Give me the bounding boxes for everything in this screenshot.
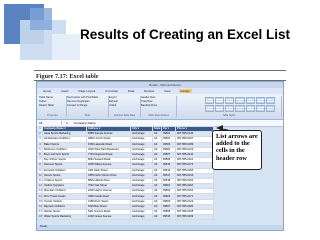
tab-view[interactable]: View xyxy=(162,89,172,93)
tab-formulas[interactable]: Formulas xyxy=(103,89,120,93)
ribbon: Table Name: Table1 Resize Table Properties S… xyxy=(37,94,283,120)
tab-review[interactable]: Review xyxy=(142,89,156,93)
ribbon-group-table-styles: Table Styles xyxy=(177,96,282,117)
ribbon-command[interactable]: Resize Table xyxy=(39,104,66,108)
ribbon-group-label: External Table Data xyxy=(114,114,135,117)
row-number[interactable]: 13 xyxy=(37,188,43,195)
worksheet: 1Company Name ▾Address ▾City ▾State ▾Zip… xyxy=(37,125,214,221)
callout-line: header row xyxy=(216,154,247,162)
row-number[interactable]: 16 xyxy=(37,203,43,211)
row-number[interactable]: 10 xyxy=(37,172,43,179)
callout-line: cells in the xyxy=(216,147,245,155)
ribbon-group-external-table-data: Export Refresh Unlink External Table Data xyxy=(109,96,141,117)
slide-decoration xyxy=(0,0,86,64)
ribbon-group-label: Table Style Options xyxy=(148,114,169,117)
formula-input[interactable]: Company Name xyxy=(72,121,96,125)
caption-top-rule xyxy=(34,70,286,71)
table-cell[interactable]: 907-555-0199 xyxy=(175,214,214,221)
fx-icon[interactable]: fx xyxy=(62,121,72,125)
slide: Results of Creating an Excel List Figure… xyxy=(0,0,320,240)
ribbon-group-label: Properties xyxy=(47,114,58,117)
tab-data[interactable]: Data xyxy=(126,89,136,93)
status-bar: Ready xyxy=(37,225,283,230)
ribbon-group-label: Table Styles xyxy=(222,114,236,117)
table-cell[interactable]: Water Sports Marketing xyxy=(42,214,87,221)
row-number[interactable]: 15 xyxy=(37,198,43,205)
callout-line: List arrows are xyxy=(216,133,258,140)
ribbon-group-table-style-options: Header Row Total Row Banded Rows Table Styl… xyxy=(141,96,177,117)
callout-box: List arrows are added to the cells in the h… xyxy=(212,130,262,170)
name-box[interactable]: A1 xyxy=(37,121,62,125)
ribbon-group-label: Tools xyxy=(84,114,91,117)
row-number[interactable]: 14 xyxy=(37,193,43,200)
tab-page-layout[interactable]: Page Layout xyxy=(77,89,98,93)
row-number[interactable]: 17 xyxy=(37,208,43,216)
tab-design[interactable]: Design xyxy=(178,89,192,93)
callout-line: added to the xyxy=(216,140,250,148)
figure-caption: Figure 7.17: Excel table xyxy=(36,73,99,80)
excel-table: 1Company Name ▾Address ▾City ▾State ▾Zip… xyxy=(37,125,214,221)
table-cell[interactable]: AK xyxy=(152,214,162,221)
tab-home[interactable]: Home xyxy=(41,89,53,93)
ribbon-command[interactable]: Convert to Range xyxy=(67,104,108,108)
slide-title: Results of Creating an Excel List xyxy=(80,27,291,42)
ribbon-command[interactable]: Unlink xyxy=(109,104,140,108)
ribbon-group-tools: Summarize with PivotTable Remove Duplicat… xyxy=(67,96,109,117)
table-row: 18 Water Sports Marketing 1240 Ocean Avenu… xyxy=(37,214,214,221)
table-cell[interactable]: Anchorage xyxy=(130,214,153,221)
window-title: Book1 - Microsoft Excel xyxy=(149,83,181,87)
table-cell[interactable]: 99515 xyxy=(161,214,176,221)
row-number[interactable]: 12 xyxy=(37,183,43,190)
row-number[interactable]: 18 xyxy=(37,214,43,221)
header-cell[interactable]: State ▾ xyxy=(152,125,162,133)
ribbon-command[interactable]: Banded Rows xyxy=(141,104,176,108)
table-cell[interactable]: 1240 Ocean Avenue xyxy=(86,214,131,221)
tab-insert[interactable]: Insert xyxy=(59,89,71,93)
ribbon-group-properties: Table Name: Table1 Resize Table Properties xyxy=(39,96,67,117)
